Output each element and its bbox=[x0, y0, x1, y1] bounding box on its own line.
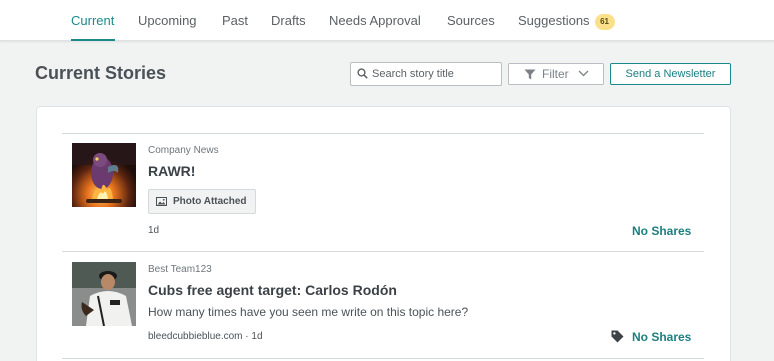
image-icon bbox=[156, 197, 167, 206]
story-thumbnail[interactable] bbox=[72, 262, 136, 326]
chevron-down-icon bbox=[578, 70, 589, 77]
tab-suggestions[interactable]: Suggestions 61 bbox=[518, 0, 615, 41]
tab-current[interactable]: Current bbox=[71, 0, 115, 41]
tab-drafts-label: Drafts bbox=[271, 13, 306, 28]
shares-link[interactable]: No Shares bbox=[632, 330, 691, 344]
story-thumbnail[interactable] bbox=[72, 143, 136, 207]
filter-icon bbox=[524, 69, 536, 80]
story-title[interactable]: Cubs free agent target: Carlos Rodón bbox=[148, 282, 397, 298]
story-divider bbox=[62, 251, 704, 252]
tab-needs-approval[interactable]: Needs Approval bbox=[329, 0, 421, 41]
send-newsletter-button[interactable]: Send a Newsletter bbox=[610, 63, 731, 85]
tab-drafts[interactable]: Drafts bbox=[271, 0, 306, 41]
story-category: Company News bbox=[148, 145, 219, 156]
tab-suggestions-label: Suggestions bbox=[518, 13, 590, 28]
tab-past-label: Past bbox=[222, 13, 249, 28]
filter-dropdown[interactable]: Filter bbox=[508, 63, 604, 85]
tab-sources[interactable]: Sources bbox=[447, 0, 495, 41]
search-icon bbox=[357, 68, 368, 79]
filter-label: Filter bbox=[542, 67, 569, 81]
story-meta: bleedcubbieblue.com · 1d bbox=[148, 331, 263, 342]
dragon-campfire-image bbox=[72, 143, 136, 207]
photo-attached-badge[interactable]: Photo Attached bbox=[148, 189, 256, 214]
tab-current-label: Current bbox=[71, 13, 115, 28]
story-category: Best Team123 bbox=[148, 264, 212, 275]
shares-link[interactable]: No Shares bbox=[632, 224, 691, 238]
tab-needs-approval-label: Needs Approval bbox=[329, 13, 421, 28]
search-box[interactable] bbox=[350, 62, 502, 86]
story-description: How many times have you seen me write on… bbox=[148, 305, 469, 319]
tab-sources-label: Sources bbox=[447, 13, 495, 28]
page-title: Current Stories bbox=[35, 63, 167, 83]
search-input[interactable] bbox=[372, 65, 498, 83]
story-divider bbox=[62, 133, 704, 134]
tab-upcoming-label: Upcoming bbox=[138, 13, 197, 28]
tab-upcoming[interactable]: Upcoming bbox=[138, 0, 197, 41]
baseball-pitcher-image bbox=[72, 262, 136, 326]
tab-past[interactable]: Past bbox=[222, 0, 248, 41]
tag-icon[interactable] bbox=[611, 330, 624, 343]
story-divider bbox=[62, 358, 704, 359]
photo-attached-label: Photo Attached bbox=[173, 196, 247, 207]
suggestions-count-badge: 61 bbox=[594, 14, 615, 30]
story-title[interactable]: RAWR! bbox=[148, 163, 195, 179]
stories-card bbox=[36, 106, 731, 361]
top-nav: Current Upcoming Past Drafts Needs Appro… bbox=[0, 0, 774, 41]
story-meta: 1d bbox=[148, 225, 160, 236]
